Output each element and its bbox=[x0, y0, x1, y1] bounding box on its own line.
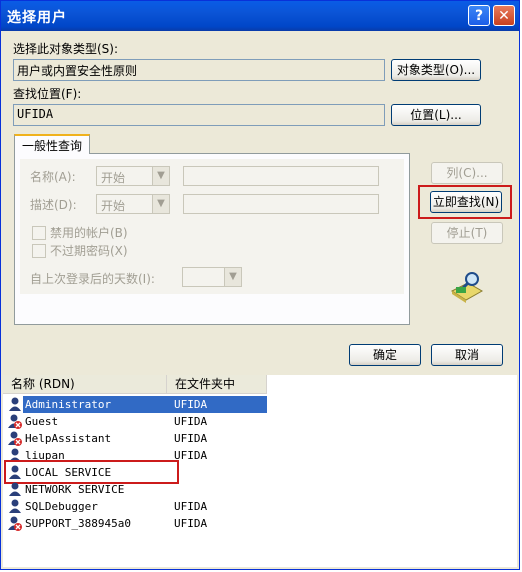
cancel-button[interactable]: 取消 bbox=[431, 344, 503, 366]
name-mode-select: 开始 ▼ bbox=[96, 166, 170, 186]
columns-button: 列(C)... bbox=[431, 162, 503, 184]
row-name: Guest bbox=[25, 415, 59, 428]
non-expiring-password-checkbox bbox=[32, 244, 46, 258]
object-type-label: 选择此对象类型(S): bbox=[13, 42, 119, 56]
row-name: NETWORK SERVICE bbox=[25, 483, 125, 496]
table-row[interactable]: SQLDebugger UFIDA bbox=[3, 498, 517, 515]
row-folder: UFIDA bbox=[174, 398, 208, 411]
name-input bbox=[183, 166, 379, 186]
disabled-accounts-checkbox bbox=[32, 226, 46, 240]
row-folder: UFIDA bbox=[174, 432, 208, 445]
object-types-button[interactable]: 对象类型(O)... bbox=[391, 59, 481, 81]
window-title: 选择用户 bbox=[7, 10, 67, 26]
row-name: HelpAssistant bbox=[25, 432, 112, 445]
table-row[interactable]: SUPPORT_388945a0 UFIDA bbox=[3, 515, 517, 532]
user-icon bbox=[9, 397, 21, 411]
row-name: SUPPORT_388945a0 bbox=[25, 517, 131, 530]
title-bar: 选择用户 ? ✕ bbox=[1, 1, 519, 31]
description-input bbox=[183, 194, 379, 214]
query-area: 名称(A): 开始 ▼ 描述(D): 开始 ▼ 禁用的帐户(B) 不过期密码(X… bbox=[20, 159, 404, 294]
non-expiring-password-label: 不过期密码(X) bbox=[50, 244, 128, 258]
table-row[interactable]: Guest UFIDA bbox=[3, 413, 517, 430]
row-name: SQLDebugger bbox=[25, 500, 98, 513]
find-now-button[interactable]: 立即查找(N) bbox=[430, 191, 502, 213]
object-type-field: 用户或内置安全性原则 bbox=[13, 59, 385, 81]
name-label: 名称(A): bbox=[30, 170, 76, 184]
tab-common-queries[interactable]: 一般性查询 bbox=[14, 134, 90, 154]
search-results-list: 名称 (RDN) 在文件夹中 Administrator UFIDA Guest… bbox=[3, 375, 517, 567]
row-name: Administrator bbox=[25, 398, 112, 411]
disabled-user-icon bbox=[8, 431, 22, 446]
help-button[interactable]: ? bbox=[468, 5, 490, 26]
stop-button: 停止(T) bbox=[431, 222, 503, 244]
location-label: 查找位置(F): bbox=[13, 87, 82, 101]
description-mode-value: 开始 bbox=[101, 199, 126, 213]
column-header-folder[interactable]: 在文件夹中 bbox=[167, 375, 267, 394]
locations-button[interactable]: 位置(L)... bbox=[391, 104, 481, 126]
close-button[interactable]: ✕ bbox=[493, 5, 515, 26]
disabled-user-icon bbox=[8, 516, 22, 531]
chevron-down-icon: ▼ bbox=[224, 268, 241, 286]
table-row[interactable]: NETWORK SERVICE bbox=[3, 481, 517, 498]
search-users-icon bbox=[450, 272, 484, 303]
row-folder: UFIDA bbox=[174, 517, 208, 530]
user-icon bbox=[9, 482, 21, 496]
chevron-down-icon: ▼ bbox=[152, 167, 169, 185]
common-queries-panel: 名称(A): 开始 ▼ 描述(D): 开始 ▼ 禁用的帐户(B) 不过期密码(X… bbox=[14, 153, 410, 325]
location-field: UFIDA bbox=[13, 104, 385, 126]
user-icon bbox=[9, 499, 21, 513]
disabled-accounts-label: 禁用的帐户(B) bbox=[50, 226, 128, 240]
name-mode-value: 开始 bbox=[101, 171, 126, 185]
days-since-logon-label: 自上次登录后的天数(I): bbox=[30, 272, 155, 286]
ok-button[interactable]: 确定 bbox=[349, 344, 421, 366]
row-folder: UFIDA bbox=[174, 500, 208, 513]
row-folder: UFIDA bbox=[174, 415, 208, 428]
column-header-name[interactable]: 名称 (RDN) bbox=[3, 375, 167, 394]
description-label: 描述(D): bbox=[30, 198, 77, 212]
disabled-user-icon bbox=[8, 414, 22, 429]
days-since-logon-select: ▼ bbox=[182, 267, 242, 287]
table-row[interactable]: Administrator UFIDA bbox=[3, 396, 517, 413]
chevron-down-icon: ▼ bbox=[152, 195, 169, 213]
description-mode-select: 开始 ▼ bbox=[96, 194, 170, 214]
table-row[interactable]: HelpAssistant UFIDA bbox=[3, 430, 517, 447]
